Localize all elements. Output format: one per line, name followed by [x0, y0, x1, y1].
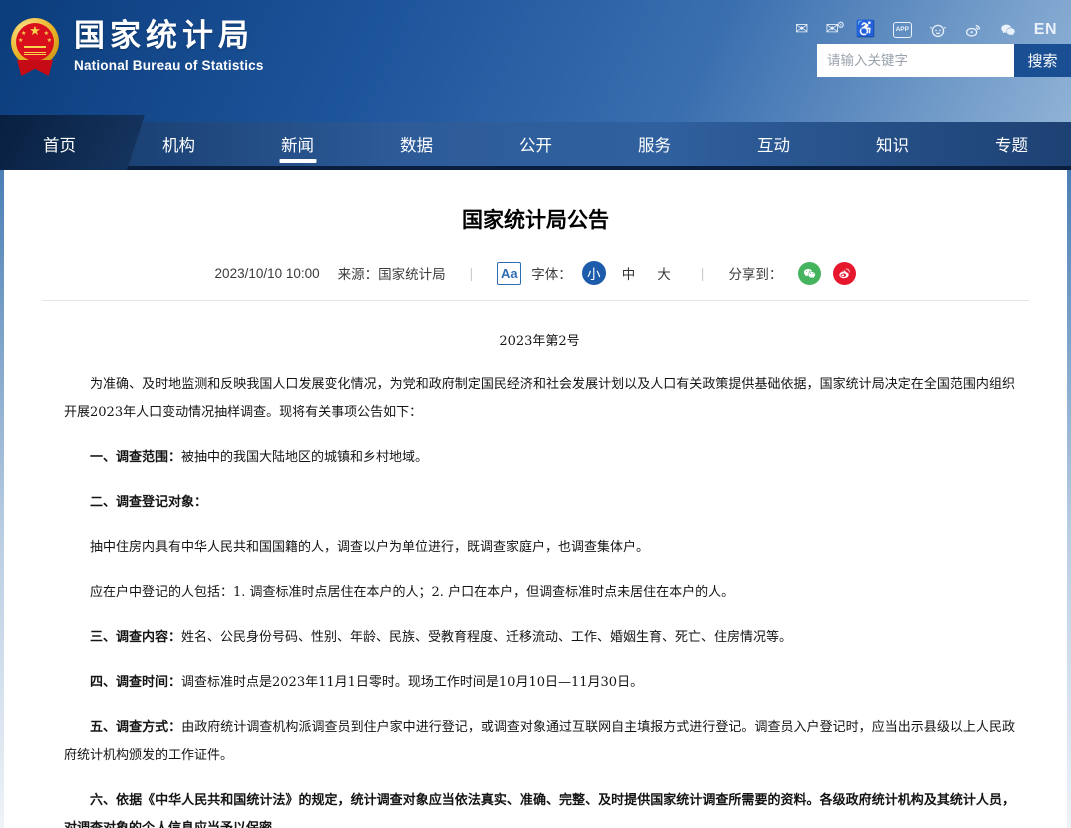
article-container: 国家统计局公告 2023/10/10 10:00 来源：国家统计局 | Aa 字…: [4, 170, 1067, 828]
article-paragraph: 为准确、及时地监测和反映我国人口发展变化情况，为党和政府制定国民经济和社会发展计…: [64, 371, 1015, 427]
article-paragraph: 一、调查范围：被抽中的我国大陆地区的城镇和乡村地域。: [64, 444, 1015, 472]
site-title-zh: 国家统计局: [74, 16, 264, 56]
site-header: ★ ★ ★ ★ ★ 国家统计局 National Bureau of Stati…: [0, 0, 1071, 122]
doc-number: 2023年第2号: [64, 330, 1015, 349]
nav-item-org[interactable]: 机构: [119, 122, 238, 166]
nav-item-news[interactable]: 新闻: [238, 122, 357, 166]
font-widget-label: 字体：: [531, 263, 572, 283]
wechat-icon[interactable]: [999, 21, 1017, 39]
main-nav: 首页 机构 新闻 数据 公开 服务 互动 知识 专题: [0, 122, 1071, 170]
meta-underline: [42, 300, 1029, 301]
page: ★ ★ ★ ★ ★ 国家统计局 National Bureau of Stati…: [0, 0, 1071, 828]
article-source: 来源：国家统计局: [338, 263, 446, 283]
national-emblem-icon: ★ ★ ★ ★ ★: [10, 16, 60, 82]
font-size-small-button[interactable]: 小: [582, 261, 606, 285]
mail-subscribe-icon[interactable]: ✉⚙: [825, 20, 838, 40]
nav-item-home[interactable]: 首页: [0, 122, 119, 166]
nav-item-service[interactable]: 服务: [595, 122, 714, 166]
article-paragraph: 六、依据《中华人民共和国统计法》的规定，统计调查对象应当依法真实、准确、完整、及…: [64, 787, 1015, 828]
article-paragraph: 四、调查时间：调查标准时点是2023年11月1日零时。现场工作时间是10月10日…: [64, 669, 1015, 697]
font-sample-box[interactable]: Aa: [497, 262, 521, 285]
publish-datetime: 2023/10/10 10:00: [215, 266, 320, 281]
accessibility-icon[interactable]: ♿: [856, 20, 876, 40]
nav-item-knowledge[interactable]: 知识: [833, 122, 952, 166]
meta-divider: |: [456, 265, 488, 281]
article-body: 2023年第2号 为准确、及时地监测和反映我国人口发展变化情况，为党和政府制定国…: [4, 330, 1067, 828]
page-edge-right: [1067, 170, 1071, 828]
article-paragraph: 三、调查内容：姓名、公民身份号码、性别、年龄、民族、受教育程度、迁移流动、工作、…: [64, 624, 1015, 652]
nav-item-data[interactable]: 数据: [357, 122, 476, 166]
weibo-icon[interactable]: [964, 21, 982, 39]
article-title: 国家统计局公告: [4, 204, 1067, 234]
language-toggle[interactable]: EN: [1034, 20, 1057, 40]
share-wechat-icon[interactable]: [798, 262, 821, 285]
font-size-large-button[interactable]: 大: [651, 263, 677, 283]
site-search: 搜索: [817, 44, 1071, 77]
meta-divider: |: [687, 265, 719, 281]
robot-icon[interactable]: [929, 21, 947, 39]
article-paragraph: 五、调查方式：由政府统计调查机构派调查员到住户家中进行登记，或调查对象通过互联网…: [64, 714, 1015, 770]
share-weibo-icon[interactable]: [833, 262, 856, 285]
site-logo[interactable]: ★ ★ ★ ★ ★ 国家统计局 National Bureau of Stati…: [10, 16, 264, 82]
article-paragraph: 应在户中登记的人包括：1. 调查标准时点居住在本户的人；2. 户口在本户，但调查…: [64, 579, 1015, 607]
topbar-quick-links: ✉ ✉⚙ ♿ APP: [795, 20, 1057, 40]
search-button[interactable]: 搜索: [1014, 44, 1071, 77]
font-size-medium-button[interactable]: 中: [616, 263, 642, 283]
nav-item-special[interactable]: 专题: [952, 122, 1071, 166]
article-meta-bar: 2023/10/10 10:00 来源：国家统计局 | Aa 字体： 小 中 大…: [4, 261, 1067, 285]
article-paragraph: 二、调查登记对象：: [64, 489, 1015, 517]
share-label: 分享到：: [728, 263, 782, 283]
nav-item-interact[interactable]: 互动: [714, 122, 833, 166]
article-paragraph: 抽中住房内具有中华人民共和国国籍的人，调查以户为单位进行，既调查家庭户，也调查集…: [64, 534, 1015, 562]
app-icon[interactable]: APP: [893, 22, 912, 38]
nav-item-open[interactable]: 公开: [476, 122, 595, 166]
mail-icon[interactable]: ✉: [795, 20, 808, 40]
site-title-en: National Bureau of Statistics: [74, 58, 264, 73]
search-input[interactable]: [817, 44, 1014, 77]
